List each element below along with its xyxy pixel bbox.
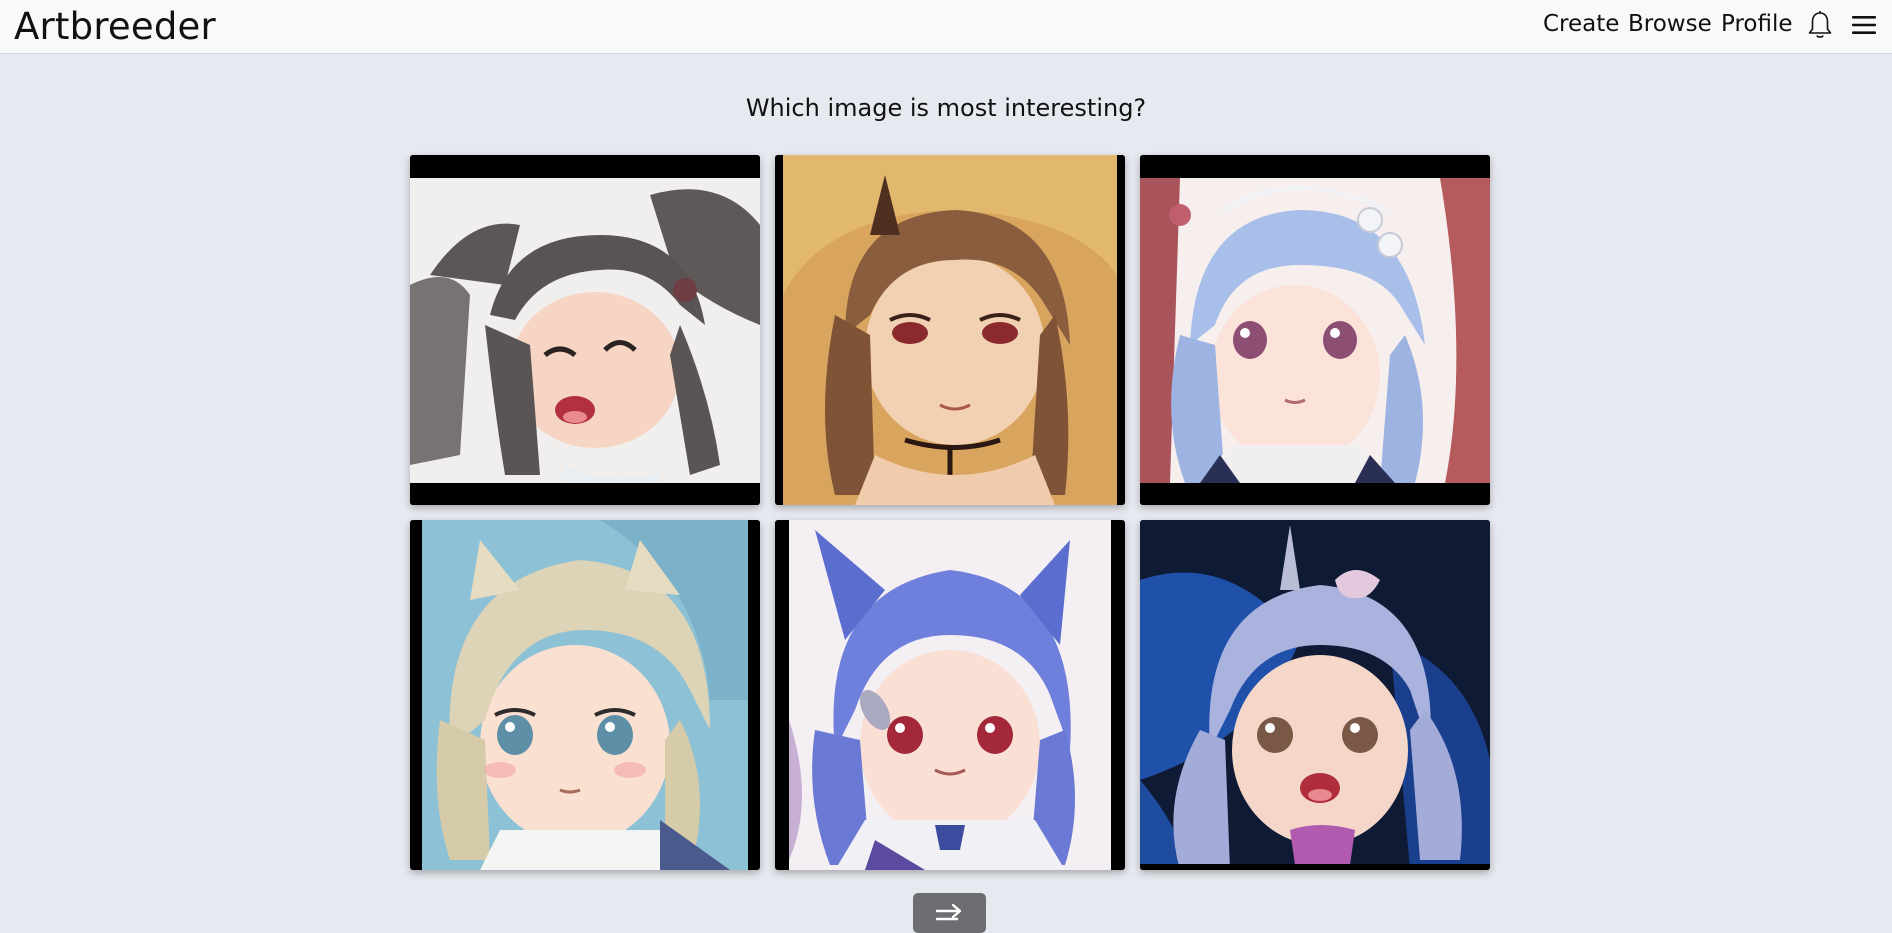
choice-image-4[interactable] [410,520,760,870]
nav-profile-link[interactable]: Profile [1721,11,1793,37]
nav-create-link[interactable]: Create [1543,11,1619,37]
arrow-right-icon [935,903,962,921]
choice-image-5[interactable] [775,520,1125,870]
anime-portrait-image [775,520,1125,870]
choice-image-1[interactable] [410,155,760,505]
hamburger-menu-icon[interactable] [1851,13,1877,37]
bell-icon[interactable] [1806,10,1834,40]
anime-portrait-image [1140,520,1490,870]
anime-portrait-image [410,520,760,870]
anime-portrait-image [1140,155,1490,505]
choice-image-2[interactable] [775,155,1125,505]
choice-image-6[interactable] [1140,520,1490,870]
nav-browse-link[interactable]: Browse [1628,11,1712,37]
prompt-question: Which image is most interesting? [745,94,1147,122]
anime-portrait-image [775,155,1125,505]
choice-image-3[interactable] [1140,155,1490,505]
top-navbar: Artbreeder Create Browse Profile [0,0,1892,54]
anime-portrait-image [410,155,760,505]
next-button[interactable] [913,893,986,933]
brand-logo[interactable]: Artbreeder [14,5,216,48]
